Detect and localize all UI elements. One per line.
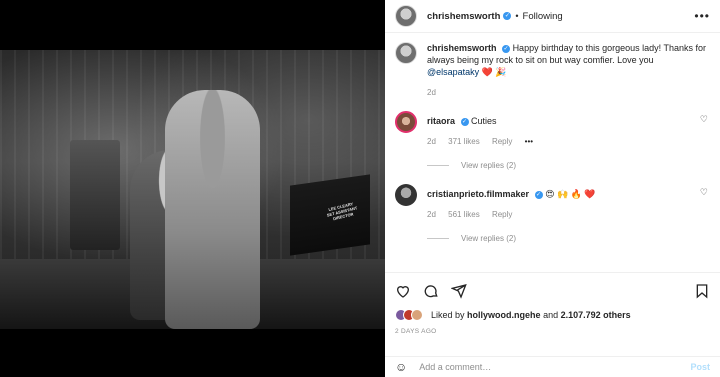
comment-likes[interactable]: 371 likes	[448, 137, 480, 146]
photo-equipment	[70, 140, 120, 250]
post-timestamp[interactable]: 2 DAYS AGO	[395, 328, 710, 335]
save-bookmark-icon[interactable]	[694, 283, 710, 299]
comment-text: Cuties	[471, 116, 497, 126]
add-comment-bar: ☺ Post	[385, 356, 720, 377]
header-separator: •	[515, 11, 519, 21]
comment-meta: 2d 371 likes Reply •••	[427, 136, 707, 148]
liked-by-prefix: Liked by	[431, 310, 465, 320]
emoji-icon[interactable]: ☺	[395, 360, 407, 374]
comment-time[interactable]: 2d	[427, 210, 436, 219]
more-options-icon[interactable]: •••	[694, 9, 710, 23]
verified-icon: ✓	[503, 12, 512, 20]
like-heart-icon[interactable]	[395, 283, 411, 299]
instagram-post-modal: LEE CLEARY SET ASSISTANT DIRECTOR chrish…	[0, 0, 720, 377]
share-icon[interactable]	[451, 283, 467, 299]
comments-list: chrishemsworth ✓ Happy birthday to this …	[385, 36, 720, 243]
liked-by-count[interactable]: 2.107.792 others	[561, 310, 631, 320]
view-replies-label[interactable]: View replies (2)	[461, 161, 516, 170]
like-comment-heart-icon[interactable]: ♡	[700, 114, 708, 125]
comment-item: ritaora ✓ Cuties 2d 371 likes Reply ••• …	[395, 111, 710, 148]
following-button[interactable]: Following	[523, 11, 563, 22]
caption-avatar[interactable]	[395, 42, 417, 64]
comment-time[interactable]: 2d	[427, 137, 436, 146]
reply-button[interactable]: Reply	[492, 137, 512, 146]
reply-button[interactable]: Reply	[492, 210, 512, 219]
comment-likes[interactable]: 561 likes	[448, 210, 480, 219]
author-avatar[interactable]	[395, 5, 417, 27]
comment-input[interactable]	[419, 362, 691, 372]
replies-line	[427, 165, 449, 166]
post-sidebar: chrishemsworth ✓ • Following ••• chrishe…	[385, 0, 720, 377]
caption: chrishemsworth ✓ Happy birthday to this …	[395, 42, 710, 99]
photo-person-man	[165, 90, 260, 329]
verified-icon: ✓	[534, 190, 543, 199]
post-comment-button[interactable]: Post	[690, 362, 710, 372]
liked-by-and: and	[543, 310, 559, 320]
media-area: LEE CLEARY SET ASSISTANT DIRECTOR	[0, 0, 385, 377]
comment-meta: 2d 561 likes Reply	[427, 209, 707, 221]
caption-mention[interactable]: @elsapataky	[427, 67, 479, 77]
liked-by: Liked by hollywood.ngehe and 2.107.792 o…	[395, 309, 710, 321]
comment-text-block: ritaora ✓ Cuties 2d 371 likes Reply •••	[427, 111, 707, 148]
liker-avatar	[411, 309, 423, 321]
comment-options-icon[interactable]: •••	[525, 137, 533, 146]
comment-icon[interactable]	[423, 283, 439, 299]
view-replies[interactable]: View replies (2)	[427, 234, 710, 243]
caption-time[interactable]: 2d	[427, 88, 436, 97]
comment-item: cristianprieto.filmmaker ✓ 😍 🙌 🔥 ❤️ 2d 5…	[395, 184, 710, 221]
commenter-avatar[interactable]	[395, 111, 417, 133]
caption-emojis: ❤️ 🎉	[481, 67, 507, 77]
verified-icon: ✓	[502, 44, 511, 53]
verified-icon: ✓	[460, 117, 469, 126]
replies-line	[427, 238, 449, 239]
action-icons	[395, 281, 710, 301]
commenter-avatar[interactable]	[395, 184, 417, 206]
author-username[interactable]: chrishemsworth	[427, 11, 500, 22]
liked-by-user[interactable]: hollywood.ngehe	[467, 310, 541, 320]
caption-username[interactable]: chrishemsworth	[427, 43, 497, 53]
post-actions: Liked by hollywood.ngehe and 2.107.792 o…	[385, 272, 720, 335]
like-comment-heart-icon[interactable]: ♡	[700, 187, 708, 198]
comment-text: 😍 🙌 🔥 ❤️	[545, 189, 596, 199]
caption-text-block: chrishemsworth ✓ Happy birthday to this …	[427, 42, 707, 99]
view-replies[interactable]: View replies (2)	[427, 161, 710, 170]
post-photo[interactable]: LEE CLEARY SET ASSISTANT DIRECTOR	[0, 50, 385, 329]
caption-meta: 2d	[427, 87, 707, 99]
comment-username[interactable]: ritaora	[427, 116, 455, 126]
liked-by-avatars[interactable]	[395, 309, 423, 321]
comment-username[interactable]: cristianprieto.filmmaker	[427, 189, 529, 199]
comment-text-block: cristianprieto.filmmaker ✓ 😍 🙌 🔥 ❤️ 2d 5…	[427, 184, 707, 221]
view-replies-label[interactable]: View replies (2)	[461, 234, 516, 243]
post-header: chrishemsworth ✓ • Following •••	[385, 0, 720, 33]
